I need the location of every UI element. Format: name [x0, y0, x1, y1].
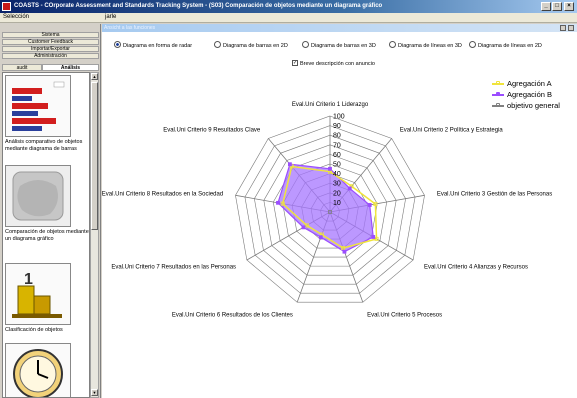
tool-label: Comparación de objetos mediante un diagr… [5, 229, 89, 242]
minimize-button[interactable]: _ [541, 2, 551, 11]
tool-list-scrollbar[interactable]: ▲ ▼ [90, 72, 99, 398]
series-b-point [371, 235, 376, 239]
legend-label: objetivo general [507, 101, 560, 110]
window-titlebar: COASTS - COrporate Assessment and Standa… [0, 0, 577, 13]
legend-label: Agregación B [507, 90, 553, 99]
legend-item-b: Agregación B [492, 90, 577, 100]
tool-label: Clasificación de objetos [5, 327, 63, 333]
tool-list: Análisis comparativo de objetos mediante… [2, 72, 90, 398]
clock-icon [5, 343, 71, 397]
series-b-point [347, 186, 352, 191]
radar-tick-label: 90 [333, 123, 341, 130]
series-b-point [287, 162, 292, 167]
series-b-point [318, 235, 323, 240]
radar-axis-label: Eval.Uni Criterio 6 Resultados de los Cl… [172, 312, 293, 318]
radar-tick-label: 10 [333, 200, 341, 207]
tool-label: Análisis comparativo de objetos mediante… [5, 139, 83, 152]
close-button[interactable]: × [564, 2, 574, 11]
series-b-point [328, 166, 332, 171]
app-icon [2, 2, 11, 11]
radar-axis-label: Eval.Uni Criterio 7 Resultados en las Pe… [111, 265, 236, 271]
legend-label: Agregación A [507, 79, 552, 88]
subtab-audit[interactable]: audit [2, 64, 42, 71]
radar-tick-label: 30 [333, 181, 341, 188]
svg-text:1: 1 [24, 271, 33, 288]
sidebar: Sistema Customer Feedback Importar/Expor… [0, 24, 101, 398]
radar-axis-label: Eval.Uni Criterio 9 Resultados Clave [163, 127, 261, 133]
scroll-down-icon[interactable]: ▼ [91, 389, 98, 396]
legend-item-objective: objetivo general [492, 101, 577, 111]
menubar: Selección jarle [0, 13, 577, 23]
radar-axis-label: Eval.Uni Criterio 8 Resultados en la Soc… [102, 192, 223, 198]
series-b-point [342, 249, 347, 254]
sidebar-tab-sistema[interactable]: Sistema [2, 32, 99, 38]
legend-swatch [492, 92, 504, 97]
radar-axis-label: Eval.Uni Criterio 1 Liderazgo [292, 102, 369, 108]
scrollbar-thumb[interactable] [91, 82, 98, 230]
radar-tick-label: 70 [333, 142, 341, 149]
radar-axis-label: Eval.Uni Criterio 2 Política y Estrategi… [400, 127, 504, 133]
bar-chart-icon [5, 75, 71, 137]
maximize-button[interactable]: □ [552, 2, 562, 11]
radar-tick-label: 20 [333, 190, 341, 197]
main-panel: Ansicht a las funciones Diagrama en form… [102, 24, 577, 398]
ranking-icon: 1 [5, 263, 71, 325]
sidebar-tab-importar-exportar[interactable]: Importar/Exportar [2, 46, 99, 52]
series-b-point [276, 200, 280, 205]
radar-tick-label: 100 [333, 114, 345, 121]
radar-tick-label: 50 [333, 162, 341, 169]
subtab-analisis[interactable]: Análisis [42, 64, 99, 71]
menu-user[interactable]: jarle [105, 14, 116, 20]
sidebar-tab-customer-feedback[interactable]: Customer Feedback [2, 39, 99, 45]
scroll-up-icon[interactable]: ▲ [91, 73, 98, 80]
radar-tick-label: 80 [333, 133, 341, 140]
series-b-point [367, 203, 372, 207]
legend-swatch [492, 81, 504, 86]
sidebar-tab-administracion[interactable]: Administración [2, 53, 99, 59]
menu-seleccion[interactable]: Selección [3, 14, 29, 20]
radar-axis-label: Eval.Uni Criterio 4 Alianzas y Recursos [424, 265, 528, 271]
series-b-point [301, 225, 306, 230]
radar-axis-label: Eval.Uni Criterio 3 Gestión de las Perso… [437, 192, 552, 198]
radar-tick-label: 60 [333, 152, 341, 159]
legend-swatch [492, 103, 504, 108]
legend-item-a: Agregación A [492, 79, 577, 89]
window-title: COASTS - COrporate Assessment and Standa… [14, 3, 383, 9]
radar-chart-icon [5, 165, 71, 227]
radar-tick-label: 40 [333, 171, 341, 178]
radar-axis-label: Eval.Uni Criterio 5 Procesos [367, 312, 442, 318]
